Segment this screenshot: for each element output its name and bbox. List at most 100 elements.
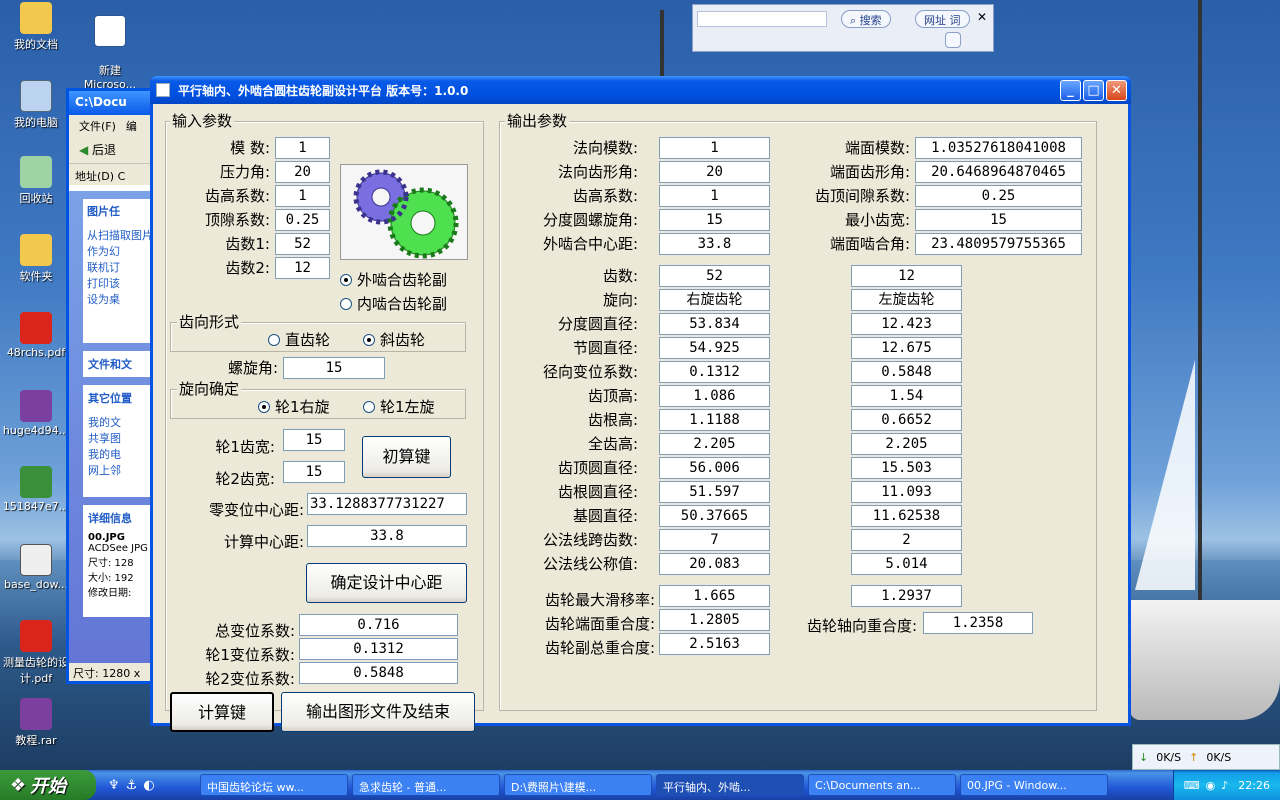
clearance-coef-input[interactable]: 0.25 [275, 209, 330, 231]
quick-launch-icon[interactable]: ♆ [108, 778, 120, 793]
total-shift-input[interactable]: 0.716 [299, 614, 458, 636]
axial-contact-output: 1.2358 [923, 612, 1033, 634]
place-my-docs[interactable]: 我的文 [88, 414, 152, 430]
desktop-icon-recycle-bin[interactable]: 回收站 [0, 156, 72, 206]
taskbar-item[interactable]: 中国齿轮论坛 ww... [200, 774, 348, 796]
taskbar-item-active[interactable]: 平行轴内、外啮... [656, 774, 804, 796]
refresh-icon[interactable] [945, 32, 961, 48]
confirm-center-button[interactable]: 确定设计中心距 [306, 563, 467, 603]
export-and-exit-button[interactable]: 输出图形文件及结束 [281, 692, 475, 732]
floating-search-toolbar: ⌕ 搜索 网址 词 ✕ [692, 4, 994, 52]
addendum-coef-input[interactable]: 1 [275, 185, 330, 207]
desktop-icon-new-word[interactable]: 新建 Microso... [74, 2, 146, 91]
close-icon[interactable]: ✕ [977, 10, 987, 24]
normal-module-output: 1 [659, 137, 770, 159]
desktop-icon-base-download[interactable]: base_dow... [0, 544, 72, 591]
task-set-desktop[interactable]: 设为桌 [87, 291, 153, 307]
desktop-icon-tutorial-rar[interactable]: 教程.rar [0, 698, 72, 748]
table-cell-gear2: 0.6652 [851, 409, 962, 431]
start-button[interactable]: ❖ 开始 [0, 770, 96, 800]
center-distance-label: 外啮合中心距: [542, 235, 638, 253]
internal-mesh-radio[interactable]: 内啮合齿轮副 [340, 293, 447, 314]
menu-edit[interactable]: 编 [126, 118, 137, 133]
document-icon [20, 544, 52, 576]
external-mesh-radio[interactable]: 外啮合齿轮副 [340, 269, 447, 290]
place-my-computer[interactable]: 我的电 [88, 446, 152, 462]
initial-calc-button[interactable]: 初算键 [362, 436, 451, 478]
min-width-output: 15 [915, 209, 1082, 231]
desktop-icon-software-folder[interactable]: 软件夹 [0, 234, 72, 284]
task-scan[interactable]: 从扫描取图片 [87, 227, 153, 243]
calc-center-input[interactable]: 33.8 [307, 525, 467, 547]
sail [1135, 360, 1195, 590]
table-row-label: 齿根高: [587, 411, 638, 429]
search-toolbar-search-button[interactable]: ⌕ 搜索 [841, 10, 891, 28]
other-places-panel: 其它位置 我的文 共享图 我的电 网上邻 [83, 385, 157, 497]
quick-launch: ♆ ⚓ ◐ [96, 778, 196, 793]
file-tasks-panel[interactable]: 文件和文 [83, 351, 157, 377]
desktop-icon-pdf-48rchs[interactable]: 48rchs.pdf [0, 312, 72, 359]
table-cell-gear2: 左旋齿轮 [851, 289, 962, 311]
taskbar-item[interactable]: C:\Documents an... [808, 774, 956, 796]
search-toolbar-url-button[interactable]: 网址 词 [915, 10, 970, 28]
tray-icon[interactable]: ◉ [1206, 779, 1216, 792]
shift2-input[interactable]: 0.5848 [299, 662, 458, 684]
table-row-label: 旋向: [602, 291, 638, 309]
desktop-icon-my-documents[interactable]: 我的文档 [0, 2, 72, 52]
quick-launch-icon[interactable]: ◐ [143, 778, 154, 793]
shift1-input[interactable]: 0.1312 [299, 638, 458, 660]
taskbar-item[interactable]: D:\费照片\建模... [504, 774, 652, 796]
folder-icon [20, 2, 52, 34]
quick-launch-icon[interactable]: ⚓ [126, 778, 138, 793]
task-order[interactable]: 联机订 [87, 259, 153, 275]
helical-gear-radio[interactable]: 斜齿轮 [363, 329, 425, 350]
table-cell-gear2: 11.093 [851, 481, 962, 503]
clearance-coef-label: 顶隙系数: [204, 211, 270, 229]
helix-angle-input[interactable]: 15 [283, 357, 385, 379]
transverse-contact-output: 1.2805 [659, 609, 770, 631]
teeth1-input[interactable]: 52 [275, 233, 330, 255]
minimize-button[interactable]: _ [1060, 79, 1081, 101]
explorer-back-button[interactable]: ◀ 后退 [69, 135, 163, 163]
clock[interactable]: 22:26 [1238, 779, 1270, 792]
explorer-statusbar: 尺寸: 1280 x [69, 663, 163, 681]
pressure-angle-input[interactable]: 20 [275, 161, 330, 183]
zero-shift-center-input[interactable]: 33.1288377731227 [307, 493, 467, 515]
taskbar-item[interactable]: 急求齿轮 - 普通... [352, 774, 500, 796]
face-width2-input[interactable]: 15 [283, 461, 345, 483]
maximize-button[interactable]: □ [1083, 79, 1104, 101]
system-tray: ⌨ ◉ ♪ 22:26 [1172, 770, 1280, 800]
menu-file[interactable]: 文件(F) [79, 118, 116, 133]
gear1-left-hand-radio[interactable]: 轮1左旋 [363, 396, 435, 417]
gear1-right-hand-radio[interactable]: 轮1右旋 [258, 396, 330, 417]
explorer-address-bar: 地址(D) C [69, 163, 163, 185]
place-shared[interactable]: 共享图 [88, 430, 152, 446]
close-button[interactable]: ✕ [1106, 79, 1127, 101]
teeth2-input[interactable]: 12 [275, 257, 330, 279]
output-params-legend: 输出参数 [505, 110, 570, 131]
task-print[interactable]: 打印该 [87, 275, 153, 291]
table-row-label: 公法线跨齿数: [542, 531, 638, 549]
folder-icon [20, 234, 52, 266]
desktop-icon-pdf-gear-design[interactable]: 测量齿轮的设计.pdf [0, 620, 72, 686]
table-cell-gear1: 20.083 [659, 553, 770, 575]
calculate-button[interactable]: 计算键 [170, 692, 274, 732]
desktop-icon-rar-huge[interactable]: huge4d94... [0, 390, 72, 437]
table-row-label: 齿数: [602, 267, 638, 285]
address-input[interactable]: C [118, 170, 126, 183]
search-toolbar-input[interactable] [697, 11, 827, 27]
window-titlebar[interactable]: 平行轴内、外啮合圆柱齿轮副设计平台 版本号：1.0.0 _ □ ✕ [150, 76, 1131, 104]
place-network[interactable]: 网上邻 [88, 462, 152, 478]
transverse-mesh-label: 端面啮合角: [829, 235, 910, 253]
keyboard-icon[interactable]: ⌨ [1184, 779, 1200, 792]
module-input[interactable]: 1 [275, 137, 330, 159]
spur-gear-radio[interactable]: 直齿轮 [268, 329, 330, 350]
volume-icon[interactable]: ♪ [1221, 779, 1228, 792]
face-width1-input[interactable]: 15 [283, 429, 345, 451]
table-cell-gear1: 1.086 [659, 385, 770, 407]
table-cell-gear2: 11.62538 [851, 505, 962, 527]
task-slideshow[interactable]: 作为幻 [87, 243, 153, 259]
taskbar-item[interactable]: 00.JPG - Window... [960, 774, 1108, 796]
desktop-icon-image-151847[interactable]: 151847e7... [0, 466, 72, 513]
desktop-icon-my-computer[interactable]: 我的电脑 [0, 80, 72, 130]
